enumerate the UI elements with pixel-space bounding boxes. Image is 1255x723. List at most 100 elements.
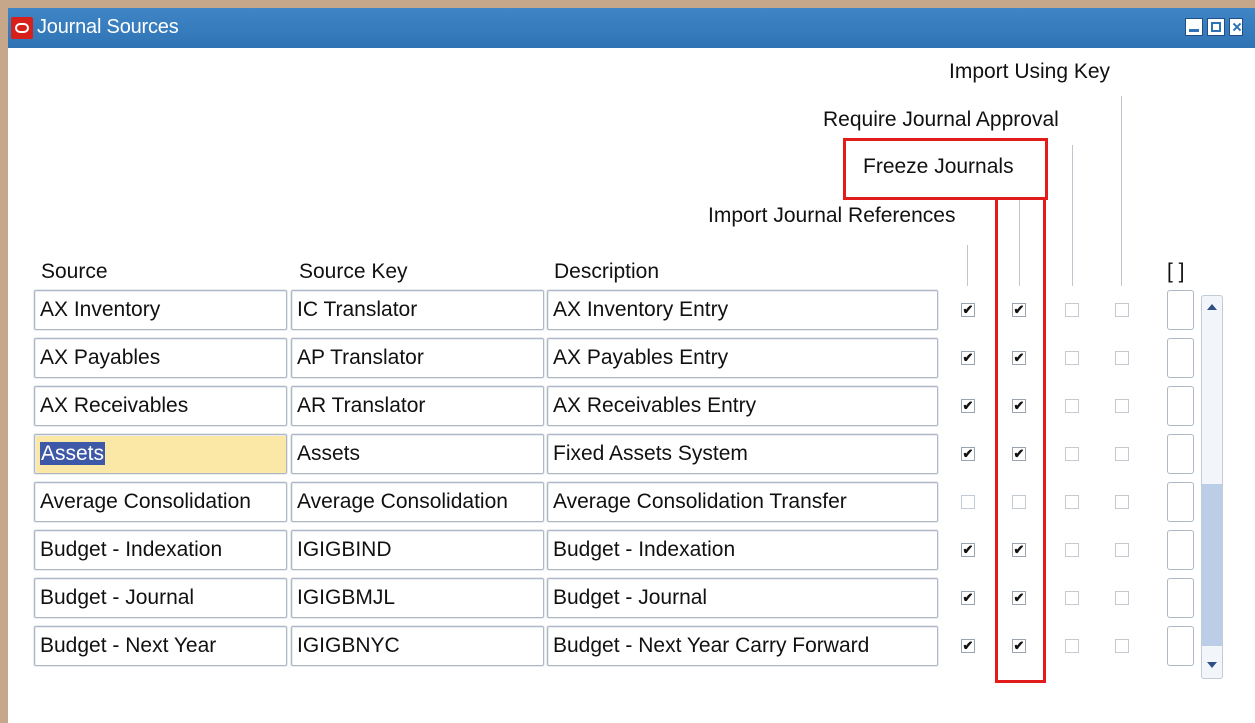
source-field-value: Assets xyxy=(40,442,106,465)
require-approval-checkbox[interactable] xyxy=(1065,447,1079,461)
leader-line-import-references xyxy=(967,245,968,286)
description-field-value: AX Inventory Entry xyxy=(553,298,729,321)
source-field[interactable]: Budget - Journal xyxy=(34,578,287,618)
import-using-key-checkbox[interactable] xyxy=(1115,447,1129,461)
source-field[interactable]: Average Consolidation xyxy=(34,482,287,522)
description-field-value: Budget - Next Year Carry Forward xyxy=(553,634,870,657)
source-key-field[interactable]: AP Translator xyxy=(291,338,544,378)
record-indicator[interactable] xyxy=(1167,434,1194,474)
source-field[interactable]: AX Inventory xyxy=(34,290,287,330)
description-field[interactable]: AX Receivables Entry xyxy=(547,386,938,426)
require-approval-checkbox[interactable] xyxy=(1065,351,1079,365)
import-using-key-checkbox[interactable] xyxy=(1115,639,1129,653)
source-key-field-value: AP Translator xyxy=(297,346,424,369)
source-field-value: Budget - Journal xyxy=(40,586,195,609)
import-using-key-checkbox[interactable] xyxy=(1115,351,1129,365)
description-field-value: Fixed Assets System xyxy=(553,442,748,465)
record-indicator[interactable] xyxy=(1167,626,1194,666)
header-source-key: Source Key xyxy=(299,260,408,283)
record-indicator[interactable] xyxy=(1167,290,1194,330)
description-field[interactable]: AX Payables Entry xyxy=(547,338,938,378)
import-references-checkbox[interactable] xyxy=(961,495,975,509)
import-references-checkbox[interactable]: ✔ xyxy=(961,591,975,605)
maximize-button[interactable] xyxy=(1207,18,1225,36)
import-using-key-checkbox[interactable] xyxy=(1115,495,1129,509)
freeze-journals-header-highlight xyxy=(843,138,1048,200)
description-field-value: AX Payables Entry xyxy=(553,346,729,369)
require-approval-checkbox[interactable] xyxy=(1065,495,1079,509)
checkmark-icon: ✔ xyxy=(962,590,974,605)
freeze-journals-column-highlight xyxy=(995,197,1046,683)
scroll-thumb[interactable] xyxy=(1202,484,1222,646)
header-description: Description xyxy=(554,260,660,283)
source-field[interactable]: AX Receivables xyxy=(34,386,287,426)
record-indicator[interactable] xyxy=(1167,578,1194,618)
import-references-checkbox[interactable]: ✔ xyxy=(961,351,975,365)
source-key-field[interactable]: Average Consolidation xyxy=(291,482,544,522)
record-indicator[interactable] xyxy=(1167,482,1194,522)
source-key-field-value: Assets xyxy=(297,442,361,465)
description-field[interactable]: AX Inventory Entry xyxy=(547,290,938,330)
description-field[interactable]: Budget - Next Year Carry Forward xyxy=(547,626,938,666)
import-using-key-checkbox[interactable] xyxy=(1115,543,1129,557)
source-field[interactable]: AX Payables xyxy=(34,338,287,378)
scroll-down-icon[interactable] xyxy=(1207,662,1217,668)
title-bar[interactable]: Journal Sources xyxy=(8,8,1255,48)
source-key-field-value: IGIGBMJL xyxy=(297,586,396,609)
source-key-field-value: IC Translator xyxy=(297,298,418,321)
minimize-button[interactable] xyxy=(1185,18,1203,36)
description-field-value: Average Consolidation Transfer xyxy=(553,490,847,513)
import-references-checkbox[interactable]: ✔ xyxy=(961,399,975,413)
source-key-field[interactable]: AR Translator xyxy=(291,386,544,426)
require-approval-checkbox[interactable] xyxy=(1065,399,1079,413)
source-key-field-value: IGIGBNYC xyxy=(297,634,400,657)
vertical-scrollbar[interactable] xyxy=(1201,295,1223,679)
import-using-key-checkbox[interactable] xyxy=(1115,399,1129,413)
source-field-value: Budget - Next Year xyxy=(40,634,217,657)
source-key-field[interactable]: IGIGBNYC xyxy=(291,626,544,666)
require-approval-checkbox[interactable] xyxy=(1065,591,1079,605)
description-field-value: AX Receivables Entry xyxy=(553,394,757,417)
header-require-journal-approval: Require Journal Approval xyxy=(823,108,1059,131)
source-key-field[interactable]: IGIGBMJL xyxy=(291,578,544,618)
source-key-field[interactable]: Assets xyxy=(291,434,544,474)
source-field[interactable]: Budget - Next Year xyxy=(34,626,287,666)
require-approval-checkbox[interactable] xyxy=(1065,639,1079,653)
record-indicator[interactable] xyxy=(1167,338,1194,378)
leader-line-require-approval xyxy=(1072,145,1073,286)
import-references-checkbox[interactable]: ✔ xyxy=(961,303,975,317)
require-approval-checkbox[interactable] xyxy=(1065,543,1079,557)
source-field[interactable]: Budget - Indexation xyxy=(34,530,287,570)
window-title: Journal Sources xyxy=(37,16,179,38)
description-field[interactable]: Budget - Indexation xyxy=(547,530,938,570)
header-record-indicator: [ ] xyxy=(1167,260,1185,283)
description-field[interactable]: Budget - Journal xyxy=(547,578,938,618)
checkmark-icon: ✔ xyxy=(962,446,974,461)
import-references-checkbox[interactable]: ✔ xyxy=(961,543,975,557)
record-indicator[interactable] xyxy=(1167,530,1194,570)
checkmark-icon: ✔ xyxy=(962,302,974,317)
import-using-key-checkbox[interactable] xyxy=(1115,303,1129,317)
description-field-value: Budget - Journal xyxy=(553,586,708,609)
source-key-field-value: Average Consolidation xyxy=(297,490,508,513)
record-indicator[interactable] xyxy=(1167,386,1194,426)
source-key-field[interactable]: IC Translator xyxy=(291,290,544,330)
description-field[interactable]: Fixed Assets System xyxy=(547,434,938,474)
source-field[interactable]: Assets xyxy=(34,434,287,474)
header-import-journal-references: Import Journal References xyxy=(708,204,956,227)
source-key-field-value: AR Translator xyxy=(297,394,426,417)
header-source: Source xyxy=(41,260,108,283)
checkmark-icon: ✔ xyxy=(962,542,974,557)
source-field-value: AX Payables xyxy=(40,346,161,369)
import-references-checkbox[interactable]: ✔ xyxy=(961,447,975,461)
description-field[interactable]: Average Consolidation Transfer xyxy=(547,482,938,522)
import-references-checkbox[interactable]: ✔ xyxy=(961,639,975,653)
source-field-value: AX Receivables xyxy=(40,394,189,417)
source-key-field[interactable]: IGIGBIND xyxy=(291,530,544,570)
close-button[interactable] xyxy=(1229,18,1243,36)
scroll-up-icon[interactable] xyxy=(1207,304,1217,310)
source-field-value: Average Consolidation xyxy=(40,490,251,513)
import-using-key-checkbox[interactable] xyxy=(1115,591,1129,605)
source-field-value: AX Inventory xyxy=(40,298,161,321)
require-approval-checkbox[interactable] xyxy=(1065,303,1079,317)
